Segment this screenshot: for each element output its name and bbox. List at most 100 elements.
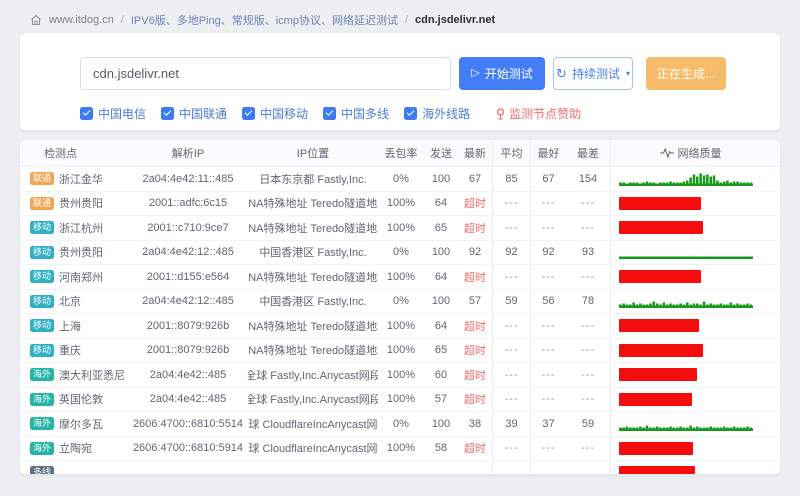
checkbox-checked-icon[interactable] xyxy=(80,107,93,120)
node-name: 摩尔多瓦 xyxy=(59,418,104,431)
avg-latency: --- xyxy=(492,314,530,338)
checkbox-checked-icon[interactable] xyxy=(242,107,256,120)
generating-label: 正在生成... xyxy=(656,67,715,81)
loss-rate: 100% xyxy=(386,319,416,332)
table-row: 海外 澳大利亚悉尼 2a04:4e42::485 全球 Fastly,Inc.A… xyxy=(20,363,780,388)
best-latency: --- xyxy=(530,191,566,215)
latest-latency: 超时 xyxy=(464,222,486,235)
avg-latency xyxy=(492,461,530,474)
carrier-badge: 移动 xyxy=(30,294,55,308)
carrier-badge: 移动 xyxy=(30,221,55,235)
table-header-row: 检测点 解析IP IP位置 丢包率 发送 最新 平均 最好 最差 网络质量 xyxy=(20,140,780,167)
resolved-ip: 2a04:4e42:12::485 xyxy=(142,246,234,259)
carrier-filter-label: 中国移动 xyxy=(260,107,309,121)
latest-latency: 超时 xyxy=(464,198,486,211)
header-ip-location: IP位置 xyxy=(296,148,330,160)
checkbox-checked-icon[interactable] xyxy=(404,107,418,120)
ip-location: 全球 CloudflareIncAnycast网段 xyxy=(248,418,378,431)
avg-latency: 39 xyxy=(492,412,530,436)
loss-rate xyxy=(378,461,424,474)
header-quality: 网络质量 xyxy=(610,140,770,166)
best-latency xyxy=(530,461,566,474)
carrier-filter-checkbox[interactable]: 中国多线 xyxy=(323,105,389,122)
carrier-badge: 联通 xyxy=(30,172,55,186)
carrier-filter-checkbox[interactable]: 中国联通 xyxy=(161,105,227,122)
packet-loss-bar xyxy=(619,270,701,284)
breadcrumb-separator: / xyxy=(404,14,409,26)
table-row: 联通 贵州贵阳 2001::adfc:6c15 IANA特殊地址 Teredo隧… xyxy=(20,191,780,216)
breadcrumb-section-link[interactable]: IPV6版、多地Ping、常规版、icmp协议、网络延迟测试 xyxy=(131,12,398,28)
node-name: 北京 xyxy=(59,296,82,309)
worst-latency: 78 xyxy=(581,295,595,308)
latest-latency: 超时 xyxy=(464,369,486,382)
node-name: 贵州贵阳 xyxy=(59,247,104,260)
checkbox-checked-icon[interactable] xyxy=(323,107,337,120)
sent-count: 57 xyxy=(434,393,448,406)
start-test-label: 开始测试 xyxy=(484,67,533,81)
resolved-ip: 2001::8079:926b xyxy=(146,344,230,357)
latest-latency: 38 xyxy=(468,417,482,430)
worst-latency: --- xyxy=(581,319,595,332)
table-row: 海外 摩尔多瓦 2606:4700::6810:5514 全球 Cloudfla… xyxy=(20,412,780,437)
quality-cell xyxy=(610,314,770,338)
ip-location: 全球 Fastly,Inc.Anycast网段 xyxy=(248,394,378,407)
sponsor-label: 监测节点赞助 xyxy=(509,107,582,121)
quality-cell xyxy=(610,167,770,191)
sent-count: 64 xyxy=(434,319,448,332)
play-icon: ▷ xyxy=(471,67,480,79)
quality-cell xyxy=(610,387,770,411)
node-name: 英国伦敦 xyxy=(59,394,104,407)
avg-latency: 59 xyxy=(492,289,530,313)
carrier-badge: 海外 xyxy=(30,368,55,382)
loss-rate: 100% xyxy=(386,221,416,234)
carrier-filter-checkbox[interactable]: 海外线路 xyxy=(404,105,470,122)
packet-loss-bar xyxy=(619,221,703,235)
node-name: 上海 xyxy=(59,320,82,333)
latest-latency: 超时 xyxy=(464,443,486,456)
carrier-filter-label: 中国电信 xyxy=(98,107,147,121)
sponsor-link[interactable]: 监测节点赞助 xyxy=(495,105,581,122)
best-latency: 56 xyxy=(530,289,566,313)
quality-cell xyxy=(610,363,770,387)
worst-latency: --- xyxy=(581,393,595,406)
carrier-badge: 海外 xyxy=(30,441,55,455)
resolved-ip xyxy=(128,461,248,474)
continuous-test-button[interactable]: ↻ 持续测试 ▾ xyxy=(553,57,633,90)
generating-button[interactable]: 正在生成... xyxy=(646,57,726,90)
search-card: ▷ 开始测试 ↻ 持续测试 ▾ 正在生成... 中国电信 中国联通 中国移动 中… xyxy=(20,33,780,130)
sent-count: 100 xyxy=(431,172,451,185)
ip-location: 中国香港区 Fastly,Inc. xyxy=(259,247,367,260)
best-latency: 67 xyxy=(530,167,566,191)
carrier-badge: 多线 xyxy=(30,466,55,474)
checkbox-checked-icon[interactable] xyxy=(161,107,175,120)
host-input[interactable] xyxy=(80,57,451,90)
avg-latency: --- xyxy=(492,387,530,411)
packet-loss-bar xyxy=(619,441,693,455)
carrier-filter-row: 中国电信 中国联通 中国移动 中国多线 海外线路 监测节点赞助 xyxy=(20,90,780,122)
resolved-ip: 2001::d155:e564 xyxy=(146,270,230,283)
sent-count: 64 xyxy=(434,197,448,210)
resolved-ip: 2a04:4e42::485 xyxy=(149,368,227,381)
sent-count: 65 xyxy=(434,344,448,357)
best-latency: --- xyxy=(530,436,566,460)
resolved-ip: 2001::adfc:6c15 xyxy=(148,197,228,210)
quality-cell xyxy=(610,216,770,240)
packet-loss-bar xyxy=(619,343,703,357)
best-latency: --- xyxy=(530,387,566,411)
node-name: 贵州贵阳 xyxy=(59,198,104,211)
resolved-ip: 2001::c710:9ce7 xyxy=(147,221,229,234)
header-worst: 最差 xyxy=(577,148,599,160)
avg-latency: --- xyxy=(492,265,530,289)
latest-latency: 超时 xyxy=(464,271,486,284)
worst-latency: --- xyxy=(581,344,595,357)
breadcrumb-site[interactable]: www.itdog.cn xyxy=(49,14,114,26)
start-test-button[interactable]: ▷ 开始测试 xyxy=(459,57,545,90)
carrier-badge: 移动 xyxy=(30,319,55,333)
carrier-badge: 海外 xyxy=(30,392,55,406)
carrier-filter-checkbox[interactable]: 中国移动 xyxy=(242,105,308,122)
carrier-filter-checkbox[interactable]: 中国电信 xyxy=(80,105,146,122)
sent-count xyxy=(424,461,458,474)
table-row: 移动 重庆 2001::8079:926b IANA特殊地址 Teredo隧道地… xyxy=(20,338,780,363)
ip-location: 中国香港区 Fastly,Inc. xyxy=(259,296,367,309)
worst-latency: --- xyxy=(581,221,595,234)
